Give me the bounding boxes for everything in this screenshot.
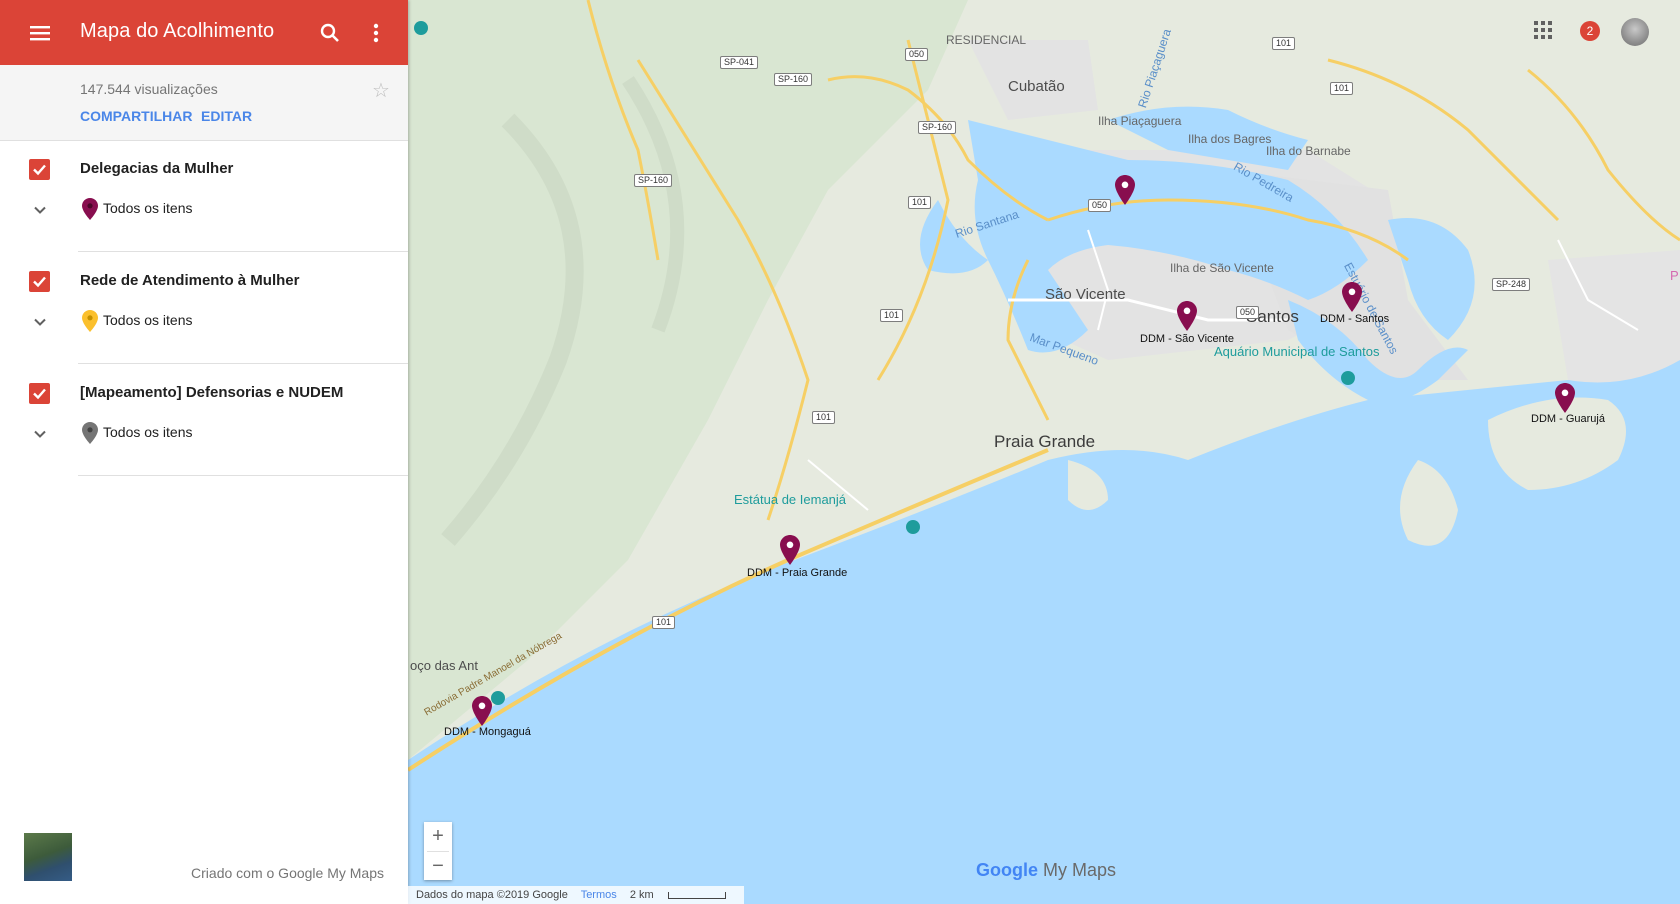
star-icon[interactable]: ☆: [372, 78, 390, 103]
layer-name[interactable]: Rede de Atendimento à Mulher: [80, 272, 299, 289]
place-label: P: [1670, 268, 1679, 283]
app-header: Mapa do Acolhimento: [0, 0, 408, 65]
marker-label: DDM - Mongaguá: [444, 726, 531, 738]
place-label: Praia Grande: [994, 432, 1096, 451]
layer-checkbox[interactable]: [29, 271, 50, 292]
checkmark-icon: [33, 388, 46, 400]
scale-bar: [667, 891, 726, 899]
chevron-down-icon[interactable]: [30, 312, 50, 332]
place-label: oço das Ant: [410, 658, 478, 673]
layer-checkbox[interactable]: [29, 383, 50, 404]
place-label: São Vicente: [1045, 286, 1126, 303]
layer-defensorias: [Mapeamento] Defensorias e NUDEM Todos o…: [0, 364, 408, 476]
notification-badge[interactable]: 2: [1580, 21, 1600, 41]
layer-delegacias: Delegacias da Mulher Todos os itens: [0, 140, 408, 252]
layer-rede-atendimento: Rede de Atendimento à Mulher Todos os it…: [0, 252, 408, 364]
divider: [78, 475, 408, 476]
road-shield: 101: [880, 309, 904, 322]
chevron-down-icon[interactable]: [30, 424, 50, 444]
layer-name[interactable]: [Mapeamento] Defensorias e NUDEM: [80, 384, 343, 401]
poi-icon[interactable]: [490, 690, 506, 708]
place-label: RESIDENCIAL: [946, 33, 1027, 47]
google-my-maps-logo: Google My Maps: [976, 860, 1117, 880]
place-label: Ilha Piaçaguera: [1098, 114, 1182, 128]
map-title: Mapa do Acolhimento: [80, 20, 275, 42]
zoom-control: + −: [424, 822, 452, 880]
road-shield: 050: [905, 48, 929, 61]
poi-icon[interactable]: [413, 20, 429, 38]
map-footer: Dados do mapa ©2019 Google Termos 2 km: [408, 886, 744, 904]
zoom-in-button[interactable]: +: [424, 822, 452, 851]
chevron-down-icon[interactable]: [30, 200, 50, 220]
poi-icon[interactable]: [905, 519, 921, 537]
road-shield: 050: [1236, 306, 1260, 319]
place-label: Ilha do Barnabe: [1266, 144, 1351, 158]
basemap-thumbnail[interactable]: [24, 833, 72, 881]
road-shield: 101: [1272, 37, 1296, 50]
road-shield: 101: [812, 411, 836, 424]
layer-checkbox[interactable]: [29, 159, 50, 180]
road-shield: 050: [1088, 199, 1112, 212]
checkmark-icon: [33, 276, 46, 288]
place-label: Ilha de São Vicente: [1170, 261, 1274, 275]
marker-label: DDM - Praia Grande: [747, 567, 848, 579]
road-shield: SP-248: [1492, 278, 1531, 291]
share-button[interactable]: COMPARTILHAR: [80, 108, 193, 124]
map-pin-icon: [82, 310, 98, 337]
map-canvas[interactable]: RESIDENCIAL Cubatão Ilha Piaçaguera Ilha…: [408, 0, 1680, 904]
terms-link[interactable]: Termos: [581, 889, 617, 901]
sidebar-panel: Mapa do Acolhimento 147.544 visualizaçõe…: [0, 0, 408, 904]
scale-label: 2 km: [629, 889, 654, 901]
map-pin-icon: [82, 198, 98, 225]
layer-items-link[interactable]: Todos os itens: [103, 424, 193, 440]
road-shield: SP-160: [634, 174, 673, 187]
search-icon[interactable]: [316, 19, 344, 47]
poi-icon[interactable]: [1340, 370, 1356, 388]
poi-label: Aquário Municipal de Santos: [1214, 344, 1380, 359]
user-avatar[interactable]: [1621, 18, 1649, 46]
layer-name[interactable]: Delegacias da Mulher: [80, 160, 233, 177]
map-attribution: Dados do mapa ©2019 Google: [416, 889, 568, 901]
map-pin-icon: [82, 422, 98, 449]
road-shield: 101: [652, 616, 676, 629]
marker-label: DDM - São Vicente: [1140, 333, 1234, 345]
edit-button[interactable]: EDITAR: [201, 108, 252, 124]
place-label: Ilha dos Bagres: [1188, 132, 1272, 146]
map-info-bar: 147.544 visualizações ☆ COMPARTILHAR EDI…: [0, 65, 408, 141]
poi-label: Estátua de Iemanjá: [734, 492, 847, 507]
road-shield: SP-041: [720, 56, 759, 69]
road-shield: 101: [1330, 82, 1354, 95]
checkmark-icon: [33, 164, 46, 176]
menu-icon[interactable]: [26, 19, 54, 47]
layer-items-link[interactable]: Todos os itens: [103, 200, 193, 216]
created-with-credit: Criado com o Google My Maps: [191, 865, 384, 881]
place-label: Cubatão: [1008, 78, 1065, 95]
view-count: 147.544 visualizações: [80, 81, 218, 97]
marker-label: DDM - Guarujá: [1531, 413, 1605, 425]
marker-label: DDM - Santos: [1320, 313, 1390, 325]
zoom-out-button[interactable]: −: [424, 852, 452, 881]
apps-grid-icon[interactable]: [1533, 20, 1553, 40]
map-basemap: [408, 0, 1680, 904]
road-shield: SP-160: [774, 73, 813, 86]
road-shield: SP-160: [918, 121, 957, 134]
layer-items-link[interactable]: Todos os itens: [103, 312, 193, 328]
more-options-icon[interactable]: [362, 19, 390, 47]
road-shield: 101: [908, 196, 932, 209]
